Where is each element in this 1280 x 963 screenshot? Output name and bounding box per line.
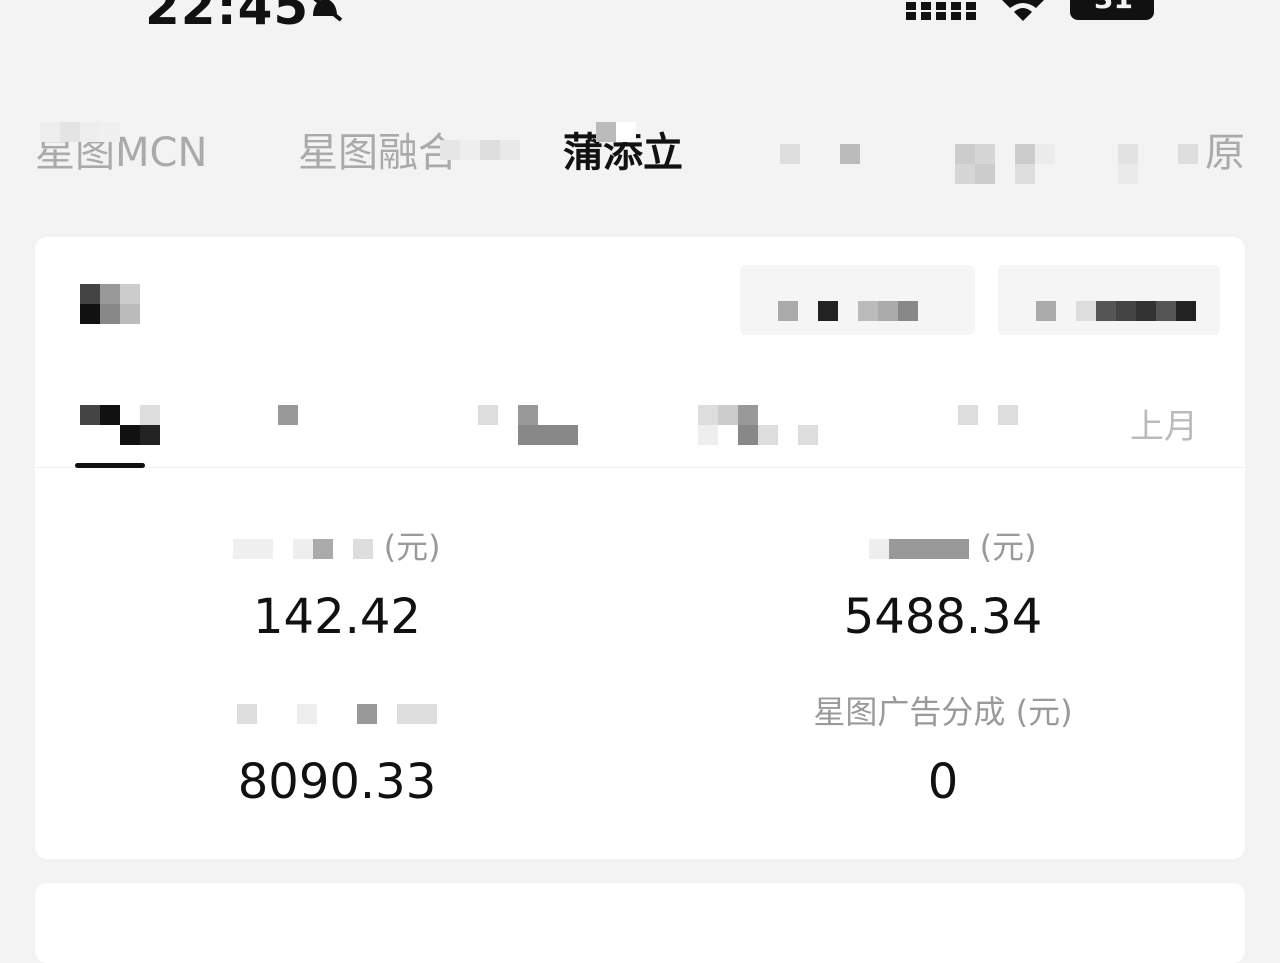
mosaic-block (80, 405, 160, 445)
mosaic-block (278, 405, 298, 425)
metric-label: (元) (693, 527, 1193, 567)
status-time: 22:45 (145, 0, 310, 36)
metric-label (87, 692, 587, 732)
mosaic-block (440, 140, 520, 160)
top-tab-bar: 星图MCN 星图融合 蒲添立 原 (0, 110, 1280, 190)
mosaic-block (938, 405, 1018, 425)
active-tab-indicator (75, 463, 145, 468)
top-tab-label: 原 (1205, 130, 1245, 176)
mosaic-block (780, 144, 860, 164)
mosaic-block (478, 405, 578, 445)
battery-level: 31 (1094, 0, 1133, 15)
metric-value: 8090.33 (237, 754, 437, 810)
card-title-mosaic (80, 284, 160, 324)
status-bar: 22:45 31 (0, 0, 1280, 40)
metric-value: 142.42 (253, 589, 421, 645)
mosaic-block (778, 301, 918, 321)
metric-label: 星图广告分成 (元) (813, 693, 1073, 731)
metric-label-text: (元) (979, 528, 1037, 566)
metric-2: (元) 5488.34 (693, 527, 1193, 645)
card-header: 上月 (35, 237, 1245, 468)
mosaic-block (849, 539, 970, 559)
metric-1: (元) 142.42 (87, 527, 587, 645)
wifi-icon (1002, 0, 1044, 21)
mosaic-block (955, 144, 1055, 184)
period-tabs: 上月 (35, 387, 1245, 468)
metric-3: 8090.33 (87, 692, 587, 810)
mosaic-block (237, 704, 437, 724)
second-card (35, 883, 1245, 963)
mosaic-block (698, 405, 838, 445)
top-tab-fusion[interactable]: 星图融合 (298, 120, 458, 178)
metric-label-text: (元) (383, 528, 441, 566)
top-tab-6[interactable]: 原 (1205, 120, 1245, 178)
mosaic-block (1118, 144, 1198, 184)
mosaic-block (1036, 301, 1196, 321)
signal-icon (906, 2, 976, 20)
metric-label: (元) (87, 527, 587, 567)
filter-button-1[interactable] (740, 265, 975, 335)
earnings-card: 上月 (元) 142.42 (元) 5488.34 8090.33 星图广告分成… (35, 237, 1245, 859)
mosaic-block (40, 122, 120, 142)
mosaic-block (233, 539, 374, 559)
period-tab-last-month[interactable]: 上月 (1130, 399, 1198, 448)
mosaic-block (596, 122, 636, 142)
metric-4: 星图广告分成 (元) 0 (693, 692, 1193, 810)
filter-button-2[interactable] (998, 265, 1220, 335)
battery-icon: 31 (1070, 0, 1154, 20)
period-tab-label: 上月 (1130, 407, 1198, 447)
metric-value: 5488.34 (843, 589, 1043, 645)
bell-off-icon (313, 0, 343, 22)
top-tab-label: 星图融合 (298, 130, 458, 176)
metric-value: 0 (927, 754, 959, 810)
